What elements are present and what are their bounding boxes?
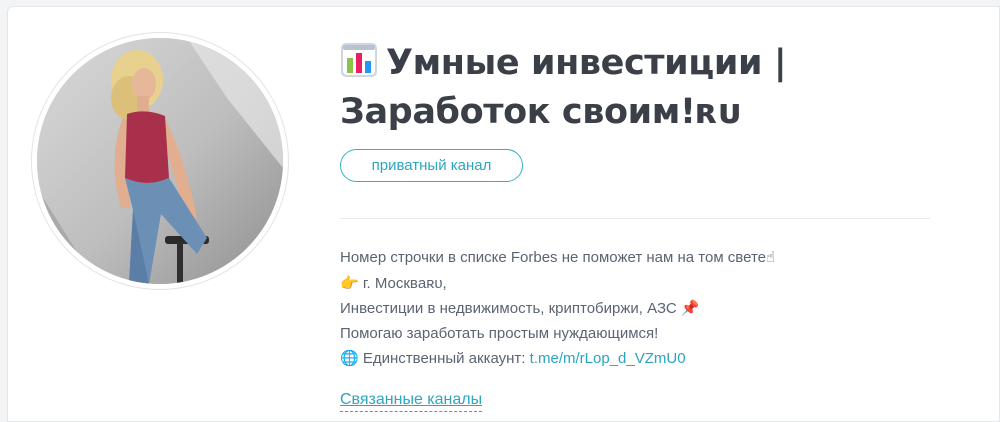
account-link[interactable]: t.me/m/rLop_d_VZmU0	[530, 350, 686, 367]
description-text: Помогаю заработать простым нуждающимся!	[340, 324, 659, 342]
related-channels-link[interactable]: Связанные каналы	[340, 391, 483, 412]
description-line-3: Инвестиции в недвижимость, криптобиржи, …	[340, 296, 940, 322]
pointing-right-icon: 👉	[340, 273, 359, 292]
description-line-5: 🌐 Единственный аккаунт: t.me/m/rLop_d_VZ…	[340, 346, 940, 372]
divider	[340, 218, 930, 219]
description-text: Инвестиции в недвижимость, криптобиржи, …	[340, 300, 681, 317]
channel-info: Умные инвестиции | Заработок своим!ʀᴜ пр…	[340, 41, 940, 412]
title-line-1: Умные инвестиции |	[340, 41, 940, 90]
avatar-photo	[37, 38, 283, 284]
description-line-4: Помогаю заработать простым нуждающимся!	[340, 322, 940, 347]
avatar[interactable]	[32, 33, 288, 289]
channel-description: Номер строчки в списке Forbes не поможет…	[340, 245, 940, 372]
title-text-1: Умные инвестиции |	[386, 43, 787, 83]
description-text: Единственный аккаунт:	[358, 350, 530, 367]
channel-card: Умные инвестиции | Заработок своим!ʀᴜ пр…	[7, 6, 1000, 422]
description-line-2: 👉 г. Москвaʀᴜ,	[340, 271, 940, 297]
title-text-2: Заработок своим!ʀᴜ	[340, 92, 740, 132]
bar-chart-icon	[340, 42, 378, 90]
pushpin-icon: 📌	[680, 299, 700, 317]
private-channel-badge: приватный канал	[340, 149, 523, 182]
pointing-up-icon: ☝	[766, 248, 776, 266]
description-line-1: Номер строчки в списке Forbes не поможет…	[340, 245, 940, 271]
description-text: Номер строчки в списке Forbes не поможет…	[340, 249, 766, 266]
globe-icon: 🌐	[340, 349, 359, 367]
description-text: г. Москвaʀᴜ,	[358, 274, 447, 292]
page-title: Умные инвестиции | Заработок своим!ʀᴜ	[340, 41, 940, 135]
